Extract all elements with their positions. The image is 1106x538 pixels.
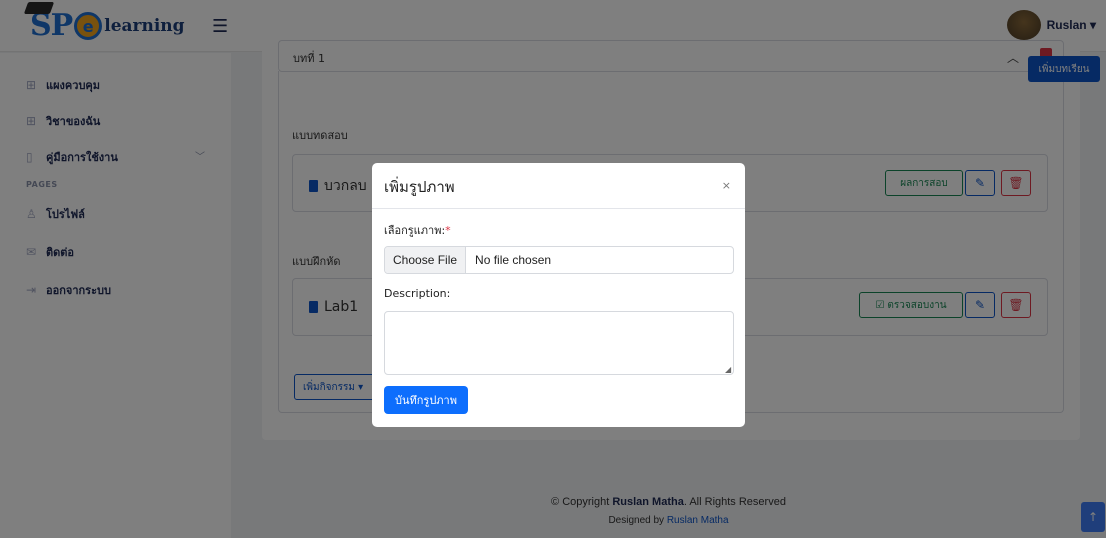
description-label: Description: (384, 287, 451, 300)
add-image-modal: เพิ่มรูปภาพ × เลือกรูแภาพ:* Choose File … (372, 163, 745, 427)
required-mark: * (445, 224, 451, 237)
choose-file-button[interactable]: Choose File (385, 247, 467, 273)
modal-header: เพิ่มรูปภาพ × (372, 163, 745, 209)
modal-title: เพิ่มรูปภาพ (384, 178, 455, 196)
image-field-label: เลือกรูแภาพ:* (384, 221, 451, 239)
file-status-text: No file chosen (475, 253, 552, 267)
image-file-input[interactable]: Choose File No file chosen (384, 246, 734, 274)
description-textarea[interactable] (384, 311, 734, 375)
image-label-text: เลือกรูแภาพ: (384, 224, 446, 237)
resize-handle-icon[interactable]: ◢ (725, 365, 731, 374)
save-image-button[interactable]: บันทึกรูปภาพ (384, 386, 468, 414)
close-icon[interactable]: × (722, 179, 731, 192)
